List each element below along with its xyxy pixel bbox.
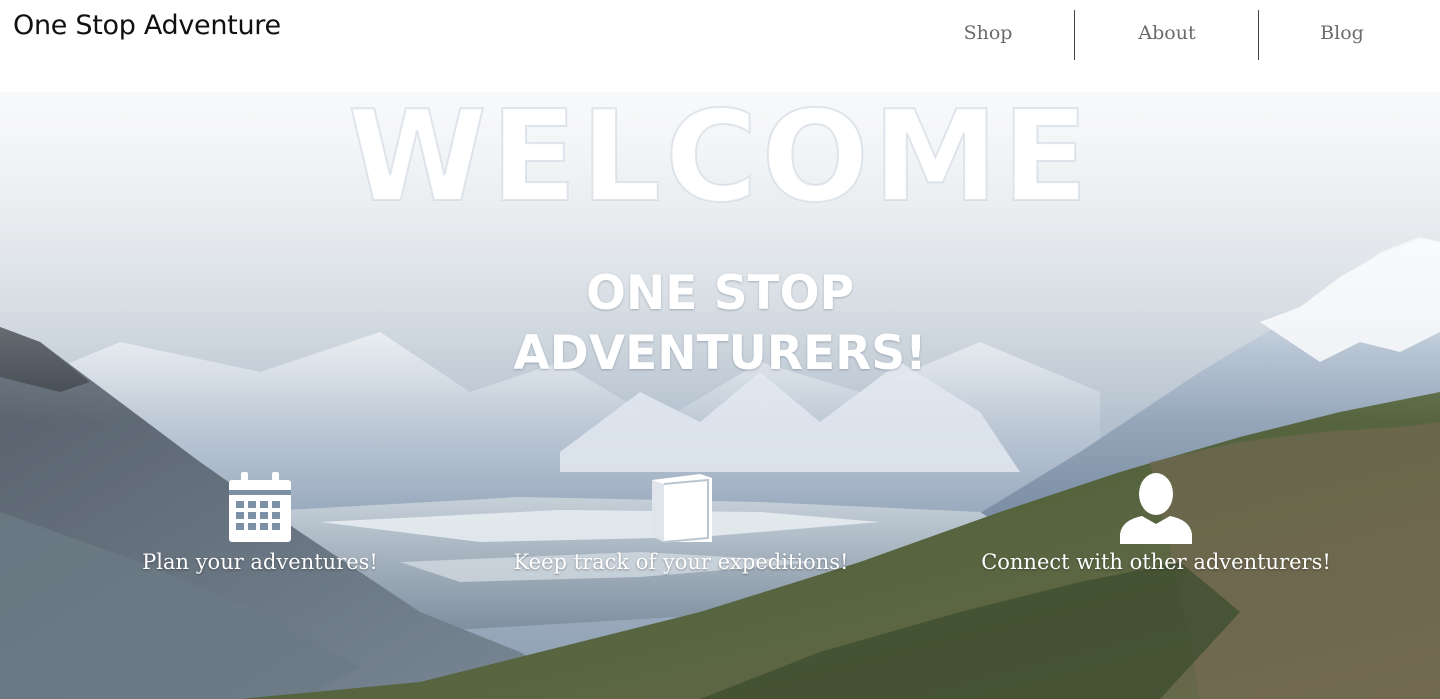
user-icon (1120, 473, 1192, 544)
nav-divider (1074, 10, 1075, 60)
calendar-icon (229, 472, 291, 542)
feature-label: Keep track of your expeditions! (513, 550, 849, 574)
hero-subtitle-line: ADVENTURERS! (513, 326, 927, 381)
nav-about-link[interactable]: About (1125, 22, 1209, 44)
nav-shop-link[interactable]: Shop (955, 22, 1021, 44)
hero-subtitle: ONE STOP ADVENTURERS! (420, 264, 1020, 384)
feature-label: Plan your adventures! (142, 550, 378, 574)
hero-section: WELCOME ONE STOP ADVENTURERS! Plan your … (0, 92, 1440, 699)
nav-divider (1258, 10, 1259, 60)
site-header: One Stop Adventure Shop About Blog (0, 0, 1440, 92)
feature-plan-adventures[interactable]: Plan your adventures! (130, 472, 390, 574)
feature-connect-adventurers[interactable]: Connect with other adventurers! (970, 472, 1342, 574)
book-icon (652, 474, 712, 543)
nav-blog-link[interactable]: Blog (1310, 22, 1374, 44)
feature-track-expeditions[interactable]: Keep track of your expeditions! (500, 472, 862, 574)
site-logo-title[interactable]: One Stop Adventure (13, 10, 281, 41)
hero-subtitle-line: ONE STOP (585, 266, 855, 321)
feature-label: Connect with other adventurers! (981, 550, 1331, 574)
welcome-heading: WELCOME (347, 92, 1093, 230)
